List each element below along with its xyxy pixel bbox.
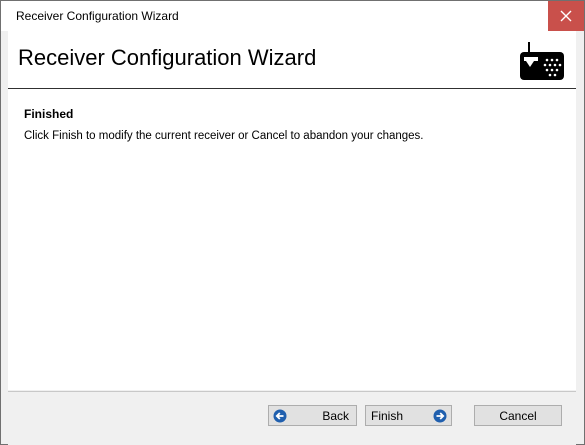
wizard-content: Finished Click Finish to modify the curr… bbox=[8, 89, 576, 390]
finish-label: Finish bbox=[371, 409, 404, 423]
arrow-right-icon bbox=[433, 409, 447, 423]
step-title: Finished bbox=[24, 107, 74, 121]
wizard-footer: Back Finish Cancel bbox=[8, 391, 576, 445]
window-title: Receiver Configuration Wizard bbox=[16, 9, 179, 23]
close-button[interactable] bbox=[548, 1, 584, 31]
arrow-left-icon bbox=[273, 409, 287, 423]
radio-receiver-icon bbox=[520, 42, 564, 80]
finish-button[interactable]: Finish bbox=[365, 405, 452, 426]
cancel-label: Cancel bbox=[499, 409, 537, 423]
back-button[interactable]: Back bbox=[268, 405, 357, 426]
step-description: Click Finish to modify the current recei… bbox=[24, 130, 424, 142]
cancel-button[interactable]: Cancel bbox=[474, 405, 562, 426]
close-icon bbox=[560, 10, 572, 22]
back-label: Back bbox=[322, 409, 349, 423]
wizard-header: Receiver Configuration Wizard bbox=[8, 31, 576, 89]
wizard-window: Receiver Configuration Wizard Receiver C… bbox=[0, 0, 585, 445]
page-title: Receiver Configuration Wizard bbox=[18, 45, 317, 70]
title-bar: Receiver Configuration Wizard bbox=[1, 1, 584, 31]
